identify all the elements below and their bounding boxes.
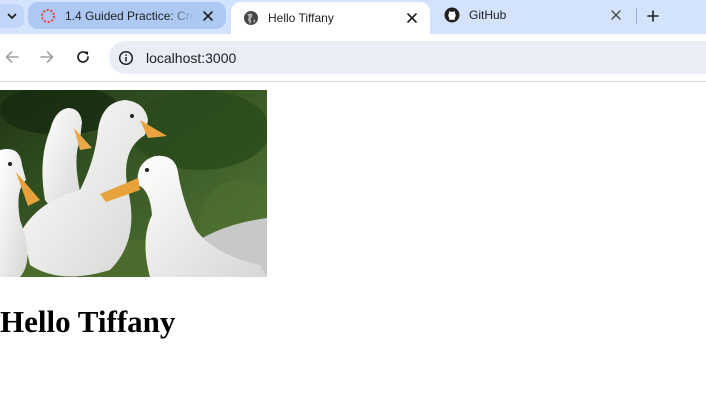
tab-title: Hello Tiffany [268,11,334,25]
address-bar[interactable]: localhost:3000 [109,41,706,74]
forward-button[interactable] [36,46,58,68]
new-tab-button[interactable] [643,6,663,26]
browser-toolbar: localhost:3000 [0,34,706,82]
tab-hello-tiffany[interactable]: Hello Tiffany [231,2,430,34]
close-icon[interactable] [200,8,216,24]
globe-icon [243,10,259,26]
tab-separator [636,8,637,24]
chevron-down-icon [7,13,17,19]
page-content: Hello Tiffany [0,82,706,403]
close-icon[interactable] [404,10,420,26]
page-heading: Hello Tiffany [0,304,176,339]
arrow-left-icon [5,51,19,63]
ducks-image [0,90,267,277]
reload-button[interactable] [72,46,94,68]
plus-icon [647,10,659,22]
close-icon[interactable] [608,7,624,23]
site-info-icon[interactable] [118,50,134,66]
loading-ring-icon [40,8,56,24]
tab-strip: 1.4 Guided Practice: Crea Hello Tiffany … [0,0,706,34]
tab-search-button[interactable] [0,4,24,28]
tab-title: 1.4 Guided Practice: Crea [65,8,194,23]
url-text: localhost:3000 [146,49,237,66]
tab-github[interactable]: GitHub [432,0,634,30]
tab-guided-practice[interactable]: 1.4 Guided Practice: Crea [28,2,226,29]
tab-title: GitHub [469,8,507,22]
github-icon [444,7,460,23]
arrow-right-icon [40,51,54,63]
back-button[interactable] [1,46,23,68]
reload-icon [77,51,89,63]
